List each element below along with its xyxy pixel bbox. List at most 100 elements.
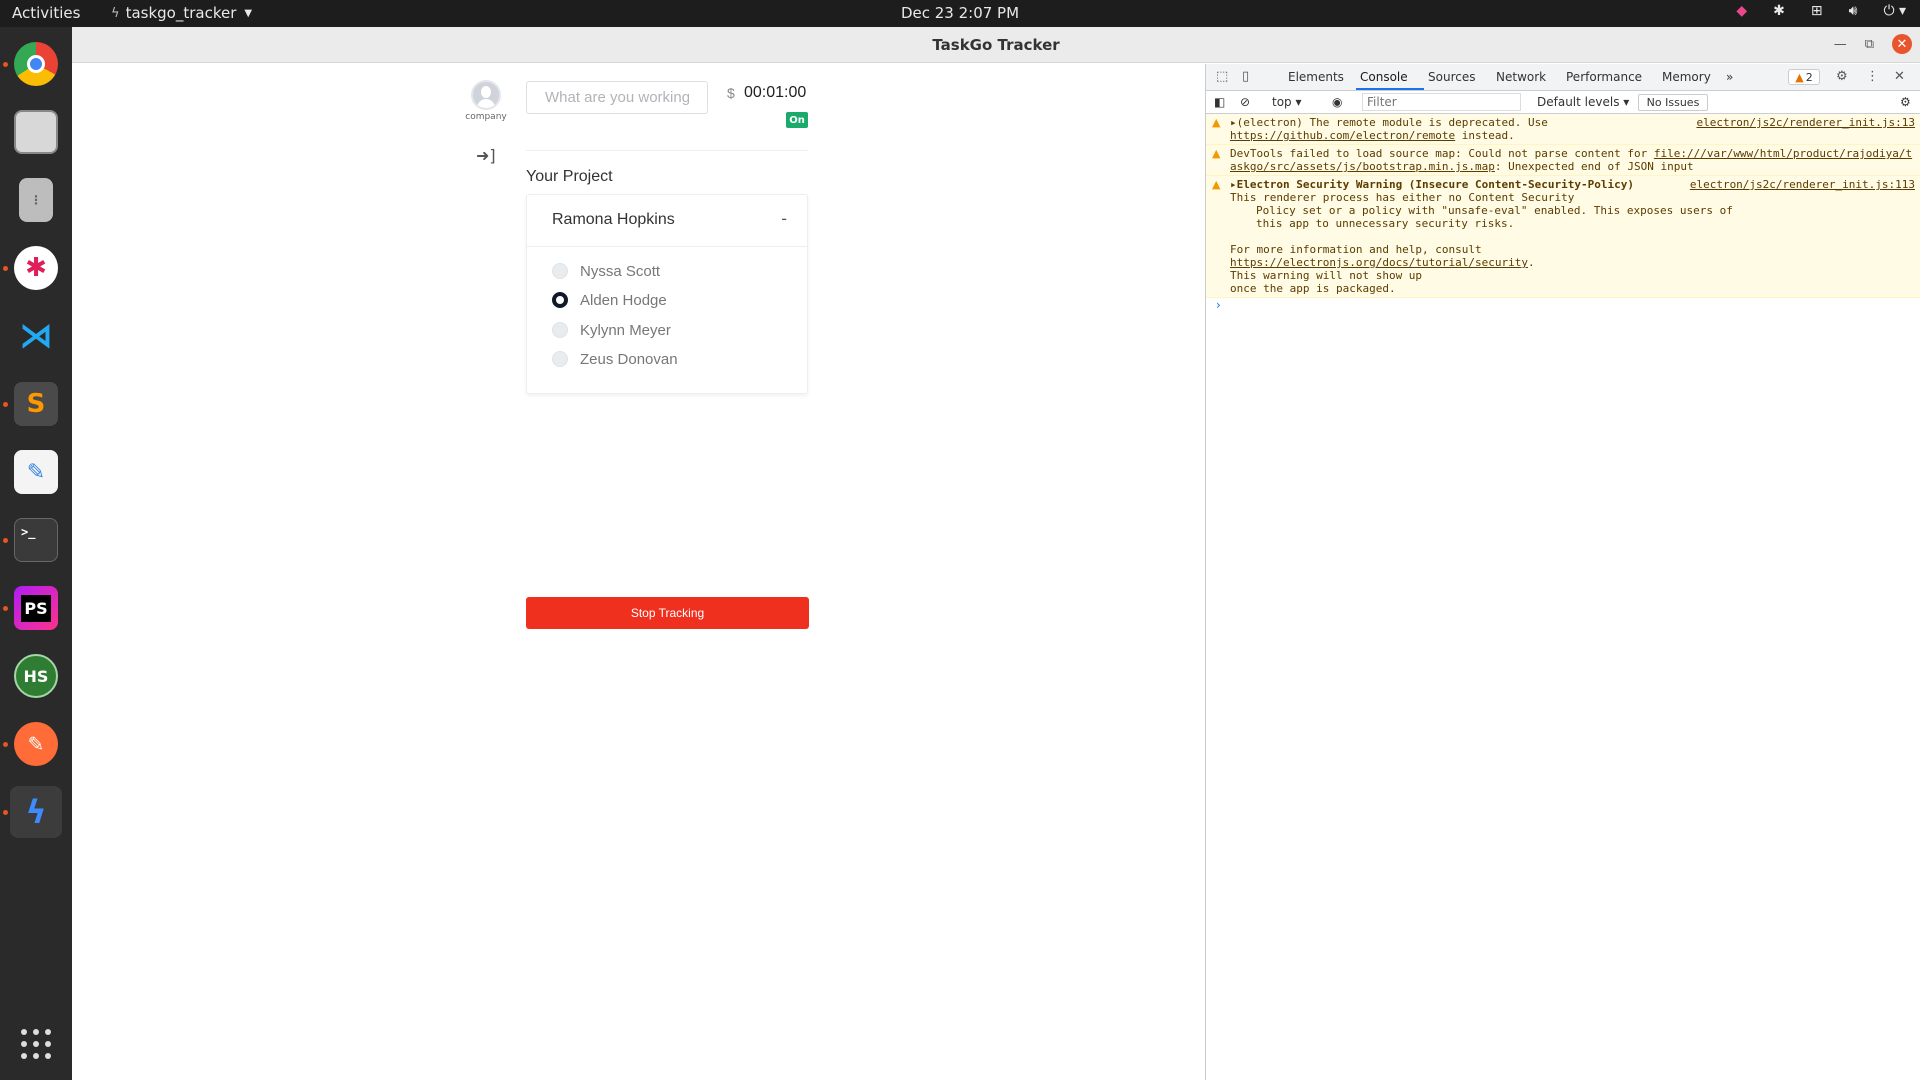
system-top-bar: Activities ϟ taskgo_tracker ▼ Dec 23 2:0… (0, 0, 1920, 27)
colorpicker-tray-icon[interactable]: ◆ (1736, 3, 1747, 19)
billable-dollar-icon[interactable]: $ (727, 85, 735, 101)
tab-console[interactable]: Console (1360, 70, 1408, 84)
device-toolbar-icon[interactable]: ▯ (1242, 69, 1249, 84)
dock-item-sublime[interactable]: S (10, 378, 62, 430)
tab-network[interactable]: Network (1496, 70, 1546, 84)
task-option[interactable]: Zeus Donovan (552, 344, 678, 374)
radio-button[interactable] (552, 322, 568, 338)
task-option[interactable]: Alden Hodge (552, 285, 667, 315)
dock-item-slack[interactable]: ✱ (10, 242, 62, 294)
taskgo-icon: ϟ (25, 793, 47, 831)
close-devtools-icon[interactable]: ✕ (1894, 69, 1905, 84)
console-prompt[interactable]: › (1206, 298, 1920, 316)
task-option[interactable]: Kylynn Meyer (552, 315, 671, 345)
slack-tray-icon[interactable]: ✱ (1773, 3, 1785, 19)
sublime-icon: S (14, 382, 58, 426)
company-avatar[interactable]: company (461, 80, 511, 122)
warning-link[interactable]: https://github.com/electron/remote (1230, 129, 1455, 142)
app-grid-icon (21, 1029, 51, 1059)
tab-sources[interactable]: Sources (1428, 70, 1475, 84)
kebab-menu-icon[interactable]: ⋮ (1866, 69, 1879, 84)
sidebar-toggle-icon[interactable]: ◧ (1214, 95, 1225, 109)
task-option[interactable]: Nyssa Scott (552, 256, 660, 286)
app-menu[interactable]: ϟ taskgo_tracker ▼ (111, 4, 252, 22)
task-label: Zeus Donovan (580, 350, 678, 368)
dock-item-heidisql[interactable]: HS (10, 650, 62, 702)
log-levels-label: Default levels (1537, 95, 1620, 109)
stop-tracking-button[interactable]: Stop Tracking (526, 597, 809, 629)
collapse-toggle[interactable]: - (781, 209, 787, 228)
running-indicator (3, 402, 8, 407)
task-description-input[interactable] (526, 81, 708, 114)
tab-performance[interactable]: Performance (1566, 70, 1642, 84)
prompt-chevron-icon: › (1216, 298, 1221, 312)
dock-item-chrome[interactable] (10, 38, 62, 90)
window-titlebar[interactable]: TaskGo Tracker — ⧉ ✕ (72, 27, 1920, 63)
show-apps-button[interactable] (10, 1018, 62, 1070)
logout-icon[interactable]: ➜] (476, 146, 496, 165)
devtools-panel: ⬚ ▯ Elements Console Sources Network Per… (1205, 64, 1920, 1080)
console-warning[interactable]: ▲ DevTools failed to load source map: Co… (1206, 145, 1920, 176)
divider (526, 150, 808, 151)
radio-button[interactable] (552, 263, 568, 279)
system-tray[interactable]: ◆ ✱ ⊞ 🔊︎ ⏻ ▾ (1736, 3, 1906, 19)
tracker-pane: company ➜] $ 00:01:00 On Your Project Ra… (72, 64, 1205, 1080)
dock-item-postman[interactable]: ✎ (10, 718, 62, 770)
clock[interactable]: Dec 23 2:07 PM (0, 4, 1920, 22)
network-icon[interactable]: ⊞ (1811, 3, 1823, 19)
dock-item-taskgo[interactable]: ϟ (10, 786, 62, 838)
avatar-label: company (465, 112, 507, 122)
settings-gear-icon[interactable]: ⚙ (1836, 69, 1848, 84)
dock-item-archive[interactable]: ⋮ (10, 174, 62, 226)
devtools-tabbar: ⬚ ▯ Elements Console Sources Network Per… (1206, 64, 1920, 91)
console-warning[interactable]: ▲ electron/js2c/renderer_init.js:113 ▸El… (1206, 176, 1920, 298)
console-toolbar: ◧ ⊘ top ▾ ◉ Default levels ▾ No Issues ⚙ (1206, 91, 1920, 114)
close-icon[interactable]: ✕ (1892, 34, 1912, 54)
radio-button[interactable] (552, 351, 568, 367)
inspect-element-icon[interactable]: ⬚ (1216, 69, 1228, 84)
project-name: Ramona Hopkins (552, 211, 675, 228)
dock-item-terminal[interactable]: >_ (10, 514, 62, 566)
running-indicator (3, 606, 8, 611)
source-link[interactable]: electron/js2c/renderer_init.js:113 (1690, 178, 1915, 191)
task-label: Nyssa Scott (580, 262, 661, 280)
console-warning[interactable]: ▲ electron/js2c/renderer_init.js:13 ▸(el… (1206, 114, 1920, 145)
active-tab-indicator (1356, 88, 1424, 90)
terminal-icon: >_ (14, 518, 58, 562)
postman-icon: ✎ (14, 722, 58, 766)
tab-elements[interactable]: Elements (1288, 70, 1344, 84)
activities-button[interactable]: Activities (12, 4, 80, 22)
console-filter-input[interactable] (1362, 93, 1521, 111)
warning-text: This warning will not show up (1230, 269, 1423, 282)
dock-item-files[interactable] (10, 106, 62, 158)
warning-text: This renderer process has either no Cont… (1230, 191, 1575, 204)
window-title: TaskGo Tracker (932, 36, 1060, 54)
project-header[interactable]: Ramona Hopkins - (527, 195, 807, 247)
running-indicator (3, 538, 8, 543)
source-link[interactable]: electron/js2c/renderer_init.js:13 (1696, 116, 1915, 129)
warning-link[interactable]: https://electronjs.org/docs/tutorial/sec… (1230, 256, 1528, 269)
caret-down-icon: ▼ (244, 7, 253, 19)
warning-text: this app to unnecessary security risks. (1256, 217, 1515, 230)
dock-item-vscode[interactable]: ⋊ (10, 310, 62, 362)
more-tabs-icon[interactable]: » (1726, 70, 1733, 84)
minimize-icon[interactable]: — (1834, 37, 1847, 52)
live-expression-eye-icon[interactable]: ◉ (1332, 95, 1342, 109)
dock-item-phpstorm[interactable]: PS (10, 582, 62, 634)
context-selector[interactable]: top ▾ (1272, 95, 1302, 109)
console-settings-gear-icon[interactable]: ⚙ (1900, 95, 1911, 109)
power-icon[interactable]: ⏻ ▾ (1883, 3, 1906, 19)
app-menu-label: taskgo_tracker (125, 4, 237, 22)
issues-button[interactable]: No Issues (1638, 94, 1708, 111)
tab-memory[interactable]: Memory (1662, 70, 1711, 84)
task-label: Kylynn Meyer (580, 321, 671, 339)
bolt-icon: ϟ (111, 5, 120, 21)
dock-item-text-editor[interactable]: ✎ (10, 446, 62, 498)
warnings-badge[interactable]: ▲ 2 (1788, 69, 1820, 85)
maximize-icon[interactable]: ⧉ (1865, 37, 1874, 52)
section-title: Your Project (526, 168, 613, 185)
clear-console-icon[interactable]: ⊘ (1240, 95, 1250, 109)
volume-icon[interactable]: 🔊︎ (1849, 3, 1858, 19)
log-levels-dropdown[interactable]: Default levels ▾ (1537, 95, 1629, 109)
radio-button-checked[interactable] (552, 292, 568, 308)
